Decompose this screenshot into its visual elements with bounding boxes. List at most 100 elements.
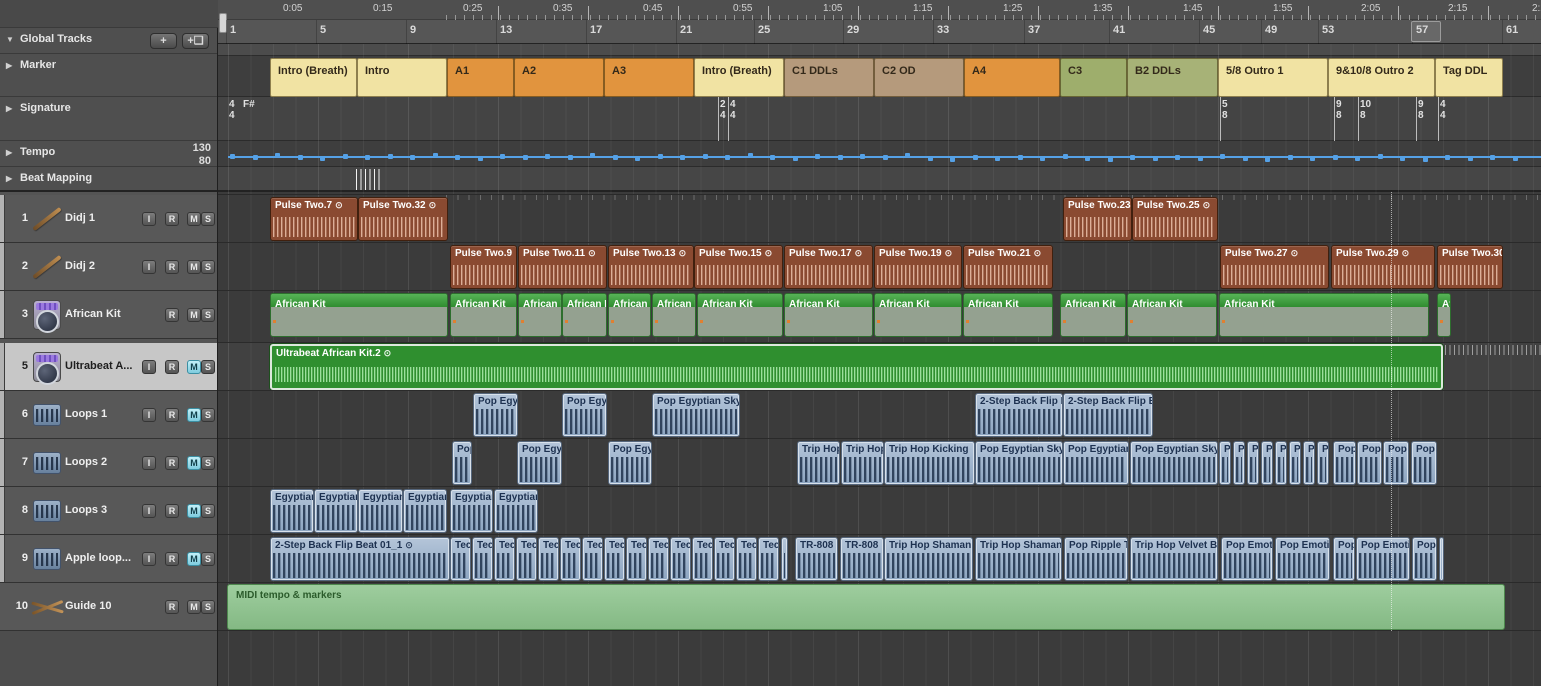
- disclosure-closed-icon[interactable]: ▶: [6, 104, 12, 113]
- record-enable-button[interactable]: R: [165, 408, 179, 422]
- region[interactable]: African Kit: [518, 293, 562, 337]
- tempo-node[interactable]: [905, 153, 910, 158]
- bar-ruler[interactable]: [218, 20, 1541, 44]
- tempo-node[interactable]: [388, 154, 393, 159]
- tempo-node[interactable]: [860, 154, 865, 159]
- region[interactable]: Pulse Two.19⊙: [874, 245, 962, 289]
- region[interactable]: Ultrabeat African Kit.2⊙: [270, 344, 1443, 390]
- tempo-node[interactable]: [1153, 156, 1158, 161]
- region[interactable]: Trip Hop Shaman: [975, 537, 1062, 581]
- solo-button[interactable]: S: [201, 308, 215, 322]
- tempo-node[interactable]: [1175, 155, 1180, 160]
- solo-button[interactable]: S: [201, 360, 215, 374]
- region[interactable]: Pop Ripple T: [1064, 537, 1128, 581]
- region[interactable]: Tec: [692, 537, 713, 581]
- track-header[interactable]: 8Loops 3IRMS: [0, 487, 217, 535]
- tempo-node[interactable]: [253, 155, 258, 160]
- region[interactable]: 2-Step Back Flip B: [975, 393, 1063, 437]
- region[interactable]: Egyptian: [358, 489, 403, 533]
- region[interactable]: Pop Egy: [562, 393, 607, 437]
- region[interactable]: Tec: [736, 537, 757, 581]
- tempo-node[interactable]: [1265, 157, 1270, 162]
- marker-region[interactable]: C2 OD: [874, 58, 964, 97]
- signature-track-header[interactable]: ▶ Signature: [0, 97, 217, 141]
- tempo-node[interactable]: [343, 154, 348, 159]
- region[interactable]: P: [1303, 441, 1315, 485]
- marker-region[interactable]: C1 DDLs: [784, 58, 874, 97]
- tempo-node[interactable]: [1288, 155, 1293, 160]
- tempo-node[interactable]: [1445, 155, 1450, 160]
- tempo-node[interactable]: [1198, 156, 1203, 161]
- region[interactable]: Pulse Two.30: [1437, 245, 1503, 289]
- tempo-node[interactable]: [815, 154, 820, 159]
- region[interactable]: Tec: [648, 537, 669, 581]
- beat-mapping-lane[interactable]: [218, 167, 1541, 192]
- region[interactable]: 2-Step Back Flip B: [1063, 393, 1153, 437]
- disclosure-open-icon[interactable]: ▼: [6, 35, 14, 44]
- tempo-node[interactable]: [1310, 156, 1315, 161]
- marker-region[interactable]: A3: [604, 58, 694, 97]
- region[interactable]: Pulse Two.25⊙: [1132, 197, 1218, 241]
- region[interactable]: Tec: [560, 537, 581, 581]
- region[interactable]: Tec: [472, 537, 493, 581]
- region[interactable]: Pop: [1412, 537, 1437, 581]
- region[interactable]: Tec: [582, 537, 603, 581]
- tempo-node[interactable]: [770, 155, 775, 160]
- disclosure-closed-icon[interactable]: ▶: [6, 148, 12, 157]
- region[interactable]: Egyptian: [403, 489, 447, 533]
- tempo-node[interactable]: [1355, 156, 1360, 161]
- region[interactable]: African Kit: [270, 293, 448, 337]
- region[interactable]: Pop Emoti: [1221, 537, 1273, 581]
- time-signature[interactable]: 108: [1360, 99, 1371, 121]
- tempo-node[interactable]: [1423, 157, 1428, 162]
- tempo-node[interactable]: [950, 157, 955, 162]
- time-signature[interactable]: 44: [1440, 99, 1446, 121]
- tempo-node[interactable]: [568, 155, 573, 160]
- region[interactable]: African Kit: [784, 293, 873, 337]
- input-monitor-button[interactable]: I: [142, 212, 156, 226]
- tempo-track-header[interactable]: ▶ Tempo 130 80: [0, 141, 217, 167]
- region[interactable]: Pop: [452, 441, 472, 485]
- time-ruler[interactable]: [218, 0, 1541, 20]
- region[interactable]: Pulse Two.13⊙: [608, 245, 694, 289]
- region[interactable]: Pop: [1383, 441, 1409, 485]
- tempo-node[interactable]: [973, 155, 978, 160]
- tempo-node[interactable]: [1243, 156, 1248, 161]
- region[interactable]: African Kit: [874, 293, 962, 337]
- region[interactable]: African Kit: [963, 293, 1053, 337]
- record-enable-button[interactable]: R: [165, 600, 179, 614]
- tempo-node[interactable]: [703, 154, 708, 159]
- region[interactable]: Pulse Two.7⊙: [270, 197, 358, 241]
- region[interactable]: P: [1275, 441, 1287, 485]
- record-enable-button[interactable]: R: [165, 308, 179, 322]
- track-header[interactable]: 2Didj 2IRMS: [0, 243, 217, 291]
- mute-button[interactable]: M: [187, 260, 201, 274]
- region[interactable]: African Kit: [562, 293, 607, 337]
- region[interactable]: Trip Hop Velvet B: [1130, 537, 1218, 581]
- solo-button[interactable]: S: [201, 600, 215, 614]
- tempo-node[interactable]: [1490, 155, 1495, 160]
- track-header[interactable]: 7Loops 2IRMS: [0, 439, 217, 487]
- mute-button[interactable]: M: [187, 600, 201, 614]
- tempo-node[interactable]: [230, 154, 235, 159]
- region[interactable]: African Kit: [1060, 293, 1126, 337]
- track-drag-strip[interactable]: [0, 535, 5, 582]
- track-drag-strip[interactable]: [0, 439, 5, 486]
- add-multiple-global-tracks-button[interactable]: +❏: [182, 33, 209, 49]
- region[interactable]: Trip Hop: [797, 441, 840, 485]
- region[interactable]: Tec: [494, 537, 515, 581]
- region[interactable]: Tec: [604, 537, 625, 581]
- mute-button[interactable]: M: [187, 504, 201, 518]
- region[interactable]: African Kit: [1219, 293, 1429, 337]
- marker-region[interactable]: C3: [1060, 58, 1127, 97]
- region[interactable]: TR-808: [795, 537, 838, 581]
- signature-lane[interactable]: [218, 97, 1541, 141]
- marker-region[interactable]: A4: [964, 58, 1060, 97]
- tempo-node[interactable]: [298, 155, 303, 160]
- region[interactable]: Pop Emoti: [1356, 537, 1410, 581]
- region[interactable]: African Kit: [697, 293, 783, 337]
- record-enable-button[interactable]: R: [165, 260, 179, 274]
- mute-button[interactable]: M: [187, 552, 201, 566]
- region[interactable]: P: [1247, 441, 1259, 485]
- tempo-node[interactable]: [1220, 154, 1225, 159]
